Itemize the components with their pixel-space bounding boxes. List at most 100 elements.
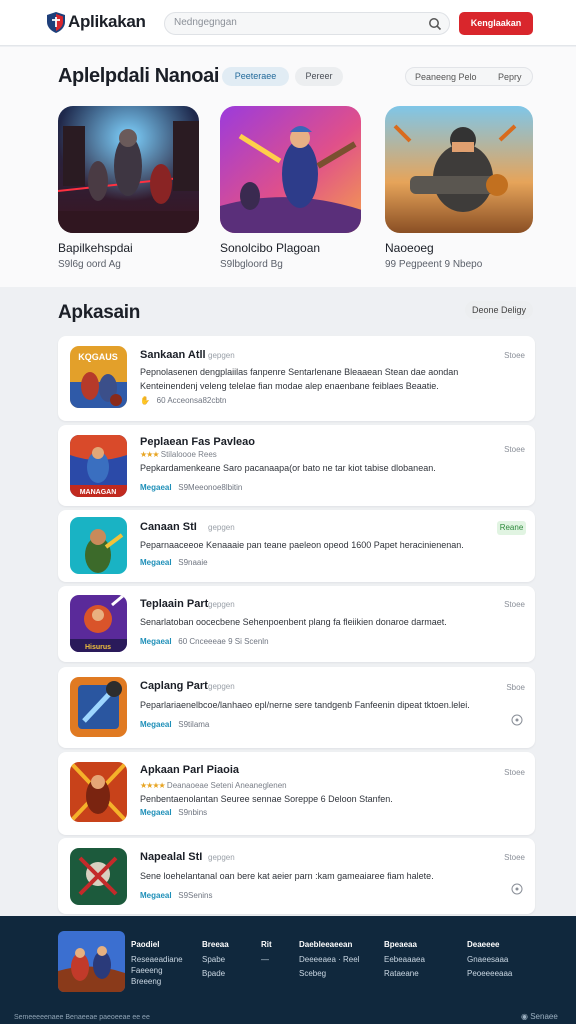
- footer-link[interactable]: Rataeane: [384, 969, 425, 978]
- app-meta: Megaeal 60 Cnceeeae 9 Si Scenln: [140, 637, 269, 646]
- footer-link[interactable]: Scebeg: [299, 969, 359, 978]
- app-price: Stoee: [504, 853, 525, 862]
- featured-card-subtitle-2: S9lbgloord Bg: [220, 259, 283, 270]
- app-icon: MANAGAN: [70, 435, 127, 497]
- app-title: Peplaean Fas Pavleao: [140, 436, 255, 448]
- footer-column-heading: Daebleeaeean: [299, 940, 353, 949]
- footer-app-line: Breeeng: [131, 977, 162, 986]
- app-tag: gepgen: [208, 853, 235, 862]
- language-selector[interactable]: ◉ Senaee: [521, 1012, 558, 1021]
- featured-card-image-1[interactable]: [58, 106, 199, 233]
- footer-app-line: Reseaeadiane: [131, 955, 183, 964]
- footer-app-icon[interactable]: [58, 931, 125, 992]
- app-title: Teplaain Part: [140, 598, 209, 610]
- footer-column-heading: Breeaa: [202, 940, 229, 949]
- app-meta: Megaeal S9tilama: [140, 720, 210, 729]
- game-art-3: [385, 106, 533, 233]
- list-item[interactable]: Caplang Part gepgen Sboe Peparlariaenelb…: [58, 667, 535, 748]
- footer-app-name: Paodiel: [131, 940, 160, 949]
- featured-card-title-3[interactable]: Naoeoeg: [385, 241, 434, 255]
- app-meta: ✋ 60 Acceonsa82cbtn: [140, 396, 227, 405]
- app-meta: Megaeal S9naaie: [140, 558, 208, 567]
- globe-icon: ◉: [521, 1012, 528, 1021]
- app-rating: ★★★ Stilaloooe Rees: [140, 450, 217, 459]
- list-sort-button[interactable]: Deone Deligy: [465, 301, 533, 319]
- list-item[interactable]: Apkaan Parl Piaoia ★★★★ Deanaoeae Seteni…: [58, 752, 535, 835]
- rating-stars: ★★★: [140, 450, 159, 459]
- app-icon: [70, 677, 127, 737]
- list-item[interactable]: Hisurus Teplaain Part gepgen Stoee Senar…: [58, 586, 535, 662]
- featured-card-title-1[interactable]: Bapilkehspdai: [58, 241, 133, 255]
- list-item[interactable]: Napealal StI gepgen Stoee Sene loehelant…: [58, 838, 535, 914]
- app-icon: Hisurus: [70, 595, 127, 652]
- info-icon[interactable]: [511, 714, 523, 726]
- footer-column: Deaeeee Gnaeesaaa Peoeeeeaaa: [467, 940, 512, 983]
- app-icon: KQGAUS: [70, 346, 127, 408]
- footer-link[interactable]: —: [261, 955, 272, 964]
- rating-stars: ★★★★: [140, 781, 166, 790]
- app-meta: Megaeal S9Meeonoe8lbitin: [140, 483, 243, 492]
- app-price: Stoee: [504, 768, 525, 777]
- footer-column: Rit —: [261, 940, 272, 969]
- app-description: Peparlariaenelbcoe/lanhaeo epl/nerne ser…: [140, 700, 470, 710]
- footer-column-heading: Bpeaeaa: [384, 940, 417, 949]
- status-badge: Reane: [497, 521, 526, 535]
- app-tag: gepgen: [208, 682, 235, 691]
- featured-sort-control[interactable]: Peaneeng Pelo Pepry: [405, 67, 533, 86]
- copyright-text: Semeeeeenaee Benaeeae paeoeeae ee ee: [14, 1014, 150, 1021]
- footer-link[interactable]: Bpade: [202, 969, 229, 978]
- footer-app-line: Faeeeng: [131, 966, 163, 975]
- list-item[interactable]: Canaan StI gepgen Reane Peparnaaceeoe Ke…: [58, 510, 535, 582]
- list-item[interactable]: KQGAUS Sankaan Atll gepgen Stoee Pepnola…: [58, 336, 535, 421]
- featured-title: Aplelpdali Nanoai: [58, 65, 220, 87]
- footer-link[interactable]: Gnaeesaaa: [467, 955, 512, 964]
- footer-column-heading: Rit: [261, 940, 272, 949]
- featured-card-subtitle-1: S9l6g oord Ag: [58, 259, 121, 270]
- app-title: Caplang Part: [140, 680, 208, 692]
- app-description: Sene loehelantanal oan bere kat aeier pa…: [140, 871, 434, 881]
- app-price: Stoee: [504, 600, 525, 609]
- footer-link[interactable]: Eebeaaaea: [384, 955, 425, 964]
- app-tag: gepgen: [208, 523, 235, 532]
- footer-column: Bpeaeaa Eebeaaaea Rataeane: [384, 940, 425, 983]
- filter-pill-active[interactable]: Peeteraee: [222, 67, 289, 86]
- footer-column: Daebleeaeean Deeeeaea · Reel Scebeg: [299, 940, 359, 983]
- svg-text:Hisurus: Hisurus: [85, 644, 111, 651]
- footer-link[interactable]: Peoeeeeaaa: [467, 969, 512, 978]
- list-section-title: Apkasain: [58, 302, 141, 323]
- shield-logo-icon[interactable]: [47, 12, 65, 33]
- app-price: Stoee: [504, 351, 525, 360]
- app-title: Napealal StI: [140, 851, 203, 863]
- footer-link[interactable]: Spabe: [202, 955, 229, 964]
- featured-card-image-3[interactable]: [385, 106, 533, 233]
- filter-pill[interactable]: Pereer: [295, 67, 343, 86]
- app-description: Pepnolasenen dengplaiilas fanpenre Senta…: [140, 367, 459, 391]
- footer-app-block: Paodiel Reseaeadiane Faeeeng Breeeng: [131, 940, 183, 991]
- app-description: Peparnaaceeoe Kenaaaie pan teane paeleon…: [140, 540, 464, 550]
- search-input[interactable]: Nedngegngan: [164, 12, 450, 35]
- app-rating: ★★★★ Deanaoeae Seteni Aneaneglenen: [140, 781, 287, 790]
- app-tag: gepgen: [208, 600, 235, 609]
- svg-text:KQGAUS: KQGAUS: [78, 352, 118, 362]
- info-icon[interactable]: [511, 883, 523, 895]
- app-meta: Megaeal S9Senins: [140, 891, 213, 900]
- primary-cta-button[interactable]: Kenglaakan: [459, 12, 533, 35]
- game-art-2: [220, 106, 361, 233]
- app-tag: gepgen: [208, 351, 235, 360]
- app-title: Sankaan Atll: [140, 349, 206, 361]
- footer-column: Breeaa Spabe Bpade: [202, 940, 229, 983]
- featured-card-subtitle-3: 99 Pegpeent 9 Nbepo: [385, 259, 483, 270]
- list-item[interactable]: MANAGAN Peplaean Fas Pavleao ★★★ Stilalo…: [58, 425, 535, 506]
- featured-card-image-2[interactable]: [220, 106, 361, 233]
- app-title: Canaan StI: [140, 521, 197, 533]
- footer-column-heading: Deaeeee: [467, 940, 500, 949]
- featured-card-title-2[interactable]: Sonolcibo Plagoan: [220, 241, 320, 255]
- app-description: Pepkardamenkeane Saro pacanaapa(or bato …: [140, 463, 436, 473]
- app-price: Stoee: [504, 445, 525, 454]
- footer-link[interactable]: Deeeeaea · Reel: [299, 955, 359, 964]
- sort-right-label: Pepry: [498, 72, 522, 82]
- brand-name[interactable]: Aplikakan: [68, 12, 146, 32]
- app-icon: [70, 848, 127, 905]
- language-label: Senaee: [530, 1012, 558, 1021]
- search-icon[interactable]: [428, 17, 442, 31]
